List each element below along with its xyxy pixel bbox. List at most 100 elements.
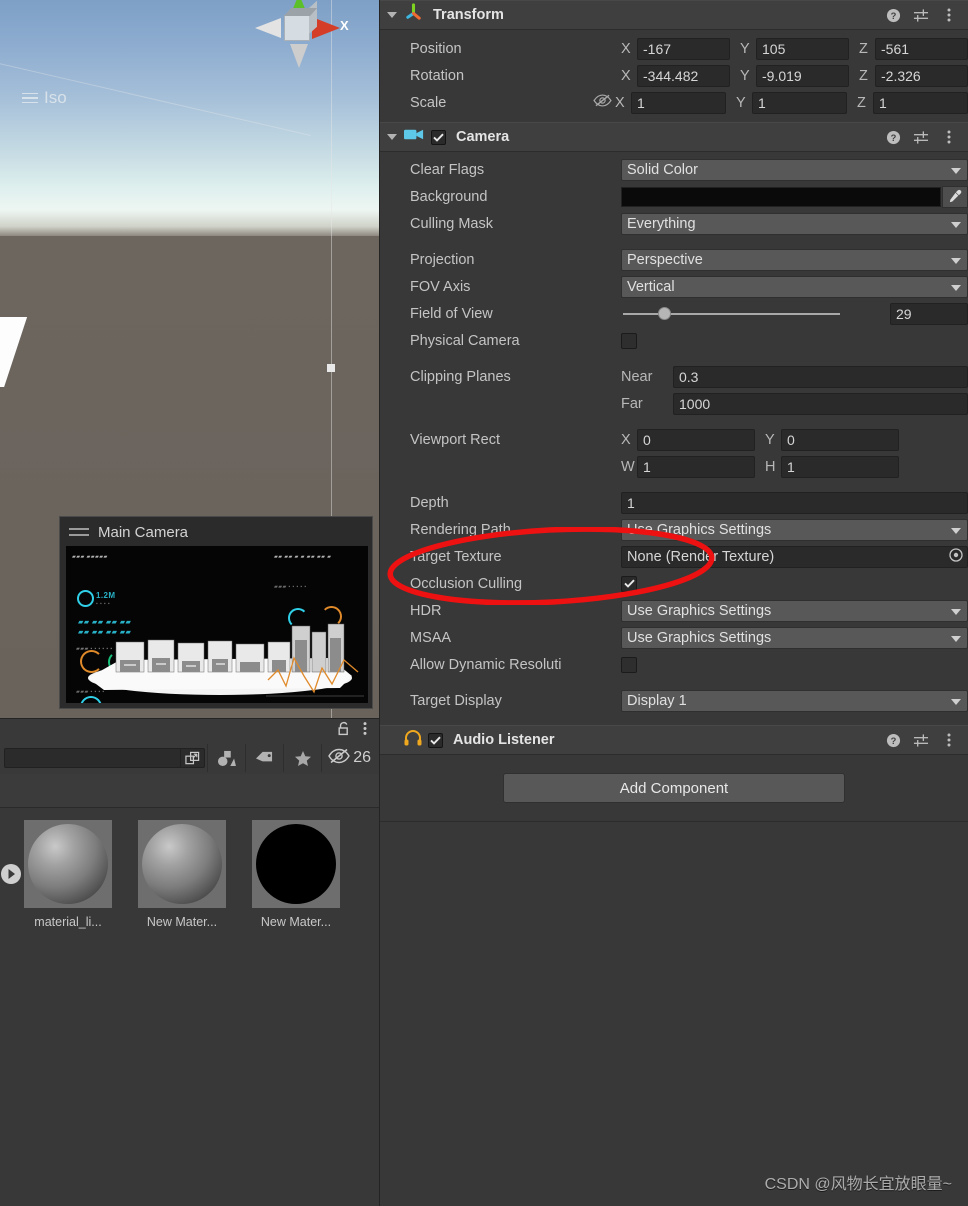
axis-label-z: Z (859, 40, 868, 57)
list-item[interactable]: material_li... (24, 820, 112, 929)
preset-icon[interactable] (910, 733, 932, 748)
asset-thumbnail[interactable] (252, 820, 340, 908)
scroll-right-arrow-icon[interactable] (0, 859, 22, 889)
field-of-view-input[interactable]: 29 (890, 302, 968, 325)
list-item[interactable]: New Mater... (252, 820, 340, 929)
row-label: Clipping Planes (410, 368, 511, 385)
object-picker-icon[interactable] (949, 547, 963, 566)
viewport-y-input[interactable]: 0 (781, 428, 899, 451)
viewport-w-input[interactable]: 1 (637, 455, 755, 478)
rotation-y-input[interactable]: -9.019 (756, 64, 849, 87)
scene-view[interactable]: X Iso Main Camera ▰▰▰ ▰▰▰▰▰ ▰▰ ▰▰ ▰ ▰ ▰▰… (0, 0, 379, 718)
hidden-assets-count[interactable]: 26 (321, 744, 379, 772)
kebab-menu-icon[interactable] (938, 733, 960, 747)
material-sphere-preview (142, 824, 222, 904)
scale-z-input[interactable]: 1 (872, 91, 968, 114)
camera-icon (404, 127, 425, 147)
component-header-camera[interactable]: Camera ? (380, 122, 968, 152)
clipping-near-input[interactable]: 0.3 (673, 365, 968, 388)
occlusion-culling-row: Occlusion Culling (380, 570, 968, 597)
foldout-arrow-icon[interactable] (386, 9, 398, 21)
target-texture-objectfield[interactable]: None (Render Texture) (621, 545, 968, 568)
hdr-dropdown[interactable]: Use Graphics Settings (621, 599, 968, 622)
scene-projection-toggle[interactable]: Iso (22, 88, 67, 108)
msaa-dropdown[interactable]: Use Graphics Settings (621, 626, 968, 649)
rotation-z-input[interactable]: -2.326 (875, 64, 968, 87)
gizmo-negy-axis-cone[interactable] (290, 44, 308, 68)
scale-y-input[interactable]: 1 (751, 91, 847, 114)
fov-axis-dropdown[interactable]: Vertical (621, 275, 968, 298)
viewport-x-input[interactable]: 0 (637, 428, 755, 451)
asset-thumbnail[interactable] (138, 820, 226, 908)
clear-flags-dropdown[interactable]: Solid Color (621, 158, 968, 181)
kebab-menu-icon[interactable] (938, 130, 960, 144)
asset-thumbnail[interactable] (24, 820, 112, 908)
filter-by-type-icon[interactable] (207, 744, 245, 772)
filter-by-label-icon[interactable] (245, 744, 283, 772)
rendering-path-row: Rendering Path Use Graphics Settings (380, 516, 968, 543)
clipping-far-input[interactable]: 1000 (673, 392, 968, 415)
rotation-x-input[interactable]: -344.482 (637, 64, 730, 87)
camera-preview-render: ▰▰▰ ▰▰▰▰▰ ▰▰ ▰▰ ▰ ▰ ▰▰ ▰▰ ▰ ▰▰▰ ▪ ▪ ▪ ▪ … (66, 546, 368, 703)
hidden-count-label: 26 (353, 749, 371, 766)
help-icon[interactable]: ? (882, 130, 904, 145)
row-label: Projection (410, 251, 475, 268)
position-z-input[interactable]: -561 (875, 37, 968, 60)
scene-gizmo-handle[interactable] (327, 364, 335, 372)
scale-x-input[interactable]: 1 (630, 91, 726, 114)
kebab-menu-icon[interactable] (938, 8, 960, 22)
camera-enabled-checkbox[interactable] (431, 129, 446, 145)
row-label: Clear Flags (410, 161, 485, 178)
component-header-audio-listener[interactable]: Audio Listener ? (380, 725, 968, 755)
target-display-dropdown[interactable]: Display 1 (621, 689, 968, 712)
axis-label-y: Y (740, 40, 750, 57)
field-of-view-slider[interactable] (621, 303, 886, 325)
constrain-proportions-off-icon[interactable] (593, 93, 615, 113)
camera-preview-title: Main Camera (98, 523, 189, 541)
occlusion-culling-checkbox[interactable] (621, 575, 637, 592)
expand-search-icon[interactable] (180, 748, 204, 768)
search-input[interactable] (5, 751, 181, 765)
row-label: Background (410, 188, 488, 205)
position-x-input[interactable]: -167 (637, 37, 730, 60)
viewport-h-input[interactable]: 1 (781, 455, 899, 478)
kebab-menu-icon[interactable] (363, 721, 367, 741)
list-item[interactable]: New Mater... (138, 820, 226, 929)
help-icon[interactable]: ? (882, 733, 904, 748)
add-component-button[interactable]: Add Component (503, 773, 845, 803)
position-y-input[interactable]: 105 (756, 37, 849, 60)
audio-listener-enabled-checkbox[interactable] (428, 732, 443, 748)
depth-input[interactable]: 1 (621, 491, 968, 514)
row-label: Allow Dynamic Resoluti (410, 656, 562, 673)
physical-camera-checkbox[interactable] (621, 332, 637, 349)
drag-handle-icon[interactable] (69, 524, 89, 540)
lock-icon[interactable] (337, 721, 351, 741)
preset-icon[interactable] (910, 130, 932, 145)
project-panel-toolbar: 26 (0, 742, 379, 774)
project-asset-area[interactable]: material_li... New Mater... New Mater... (0, 808, 379, 1206)
scene-orientation-gizmo[interactable]: X (246, 0, 364, 112)
gizmo-center-cube[interactable] (284, 15, 310, 41)
eyedropper-icon[interactable] (942, 185, 968, 208)
help-icon[interactable]: ? (882, 8, 904, 23)
preset-icon[interactable] (910, 8, 932, 23)
allow-dynamic-resolution-checkbox[interactable] (621, 656, 637, 673)
component-header-transform[interactable]: Transform ? (380, 0, 968, 30)
camera-preview-header[interactable]: Main Camera (60, 517, 372, 547)
camera-preview-window[interactable]: Main Camera ▰▰▰ ▰▰▰▰▰ ▰▰ ▰▰ ▰ ▰ ▰▰ ▰▰ ▰ … (59, 516, 373, 709)
rendering-path-dropdown[interactable]: Use Graphics Settings (621, 518, 968, 541)
asset-label: material_li... (34, 915, 102, 929)
projection-dropdown[interactable]: Perspective (621, 248, 968, 271)
slider-knob[interactable] (658, 307, 672, 320)
culling-mask-dropdown[interactable]: Everything (621, 212, 968, 235)
row-label: Rendering Path (410, 521, 511, 538)
foldout-arrow-icon[interactable] (386, 131, 398, 143)
row-label: HDR (410, 602, 442, 619)
dropdown-value: Everything (627, 215, 696, 232)
favorites-star-icon[interactable] (283, 744, 321, 772)
physical-camera-row: Physical Camera (380, 327, 968, 354)
gizmo-negx-axis-cone[interactable] (255, 18, 281, 38)
search-field-wrapper[interactable] (4, 748, 206, 768)
csdn-watermark: CSDN @风物长宜放眼量~ (764, 1176, 952, 1193)
background-color-field[interactable] (621, 186, 941, 207)
